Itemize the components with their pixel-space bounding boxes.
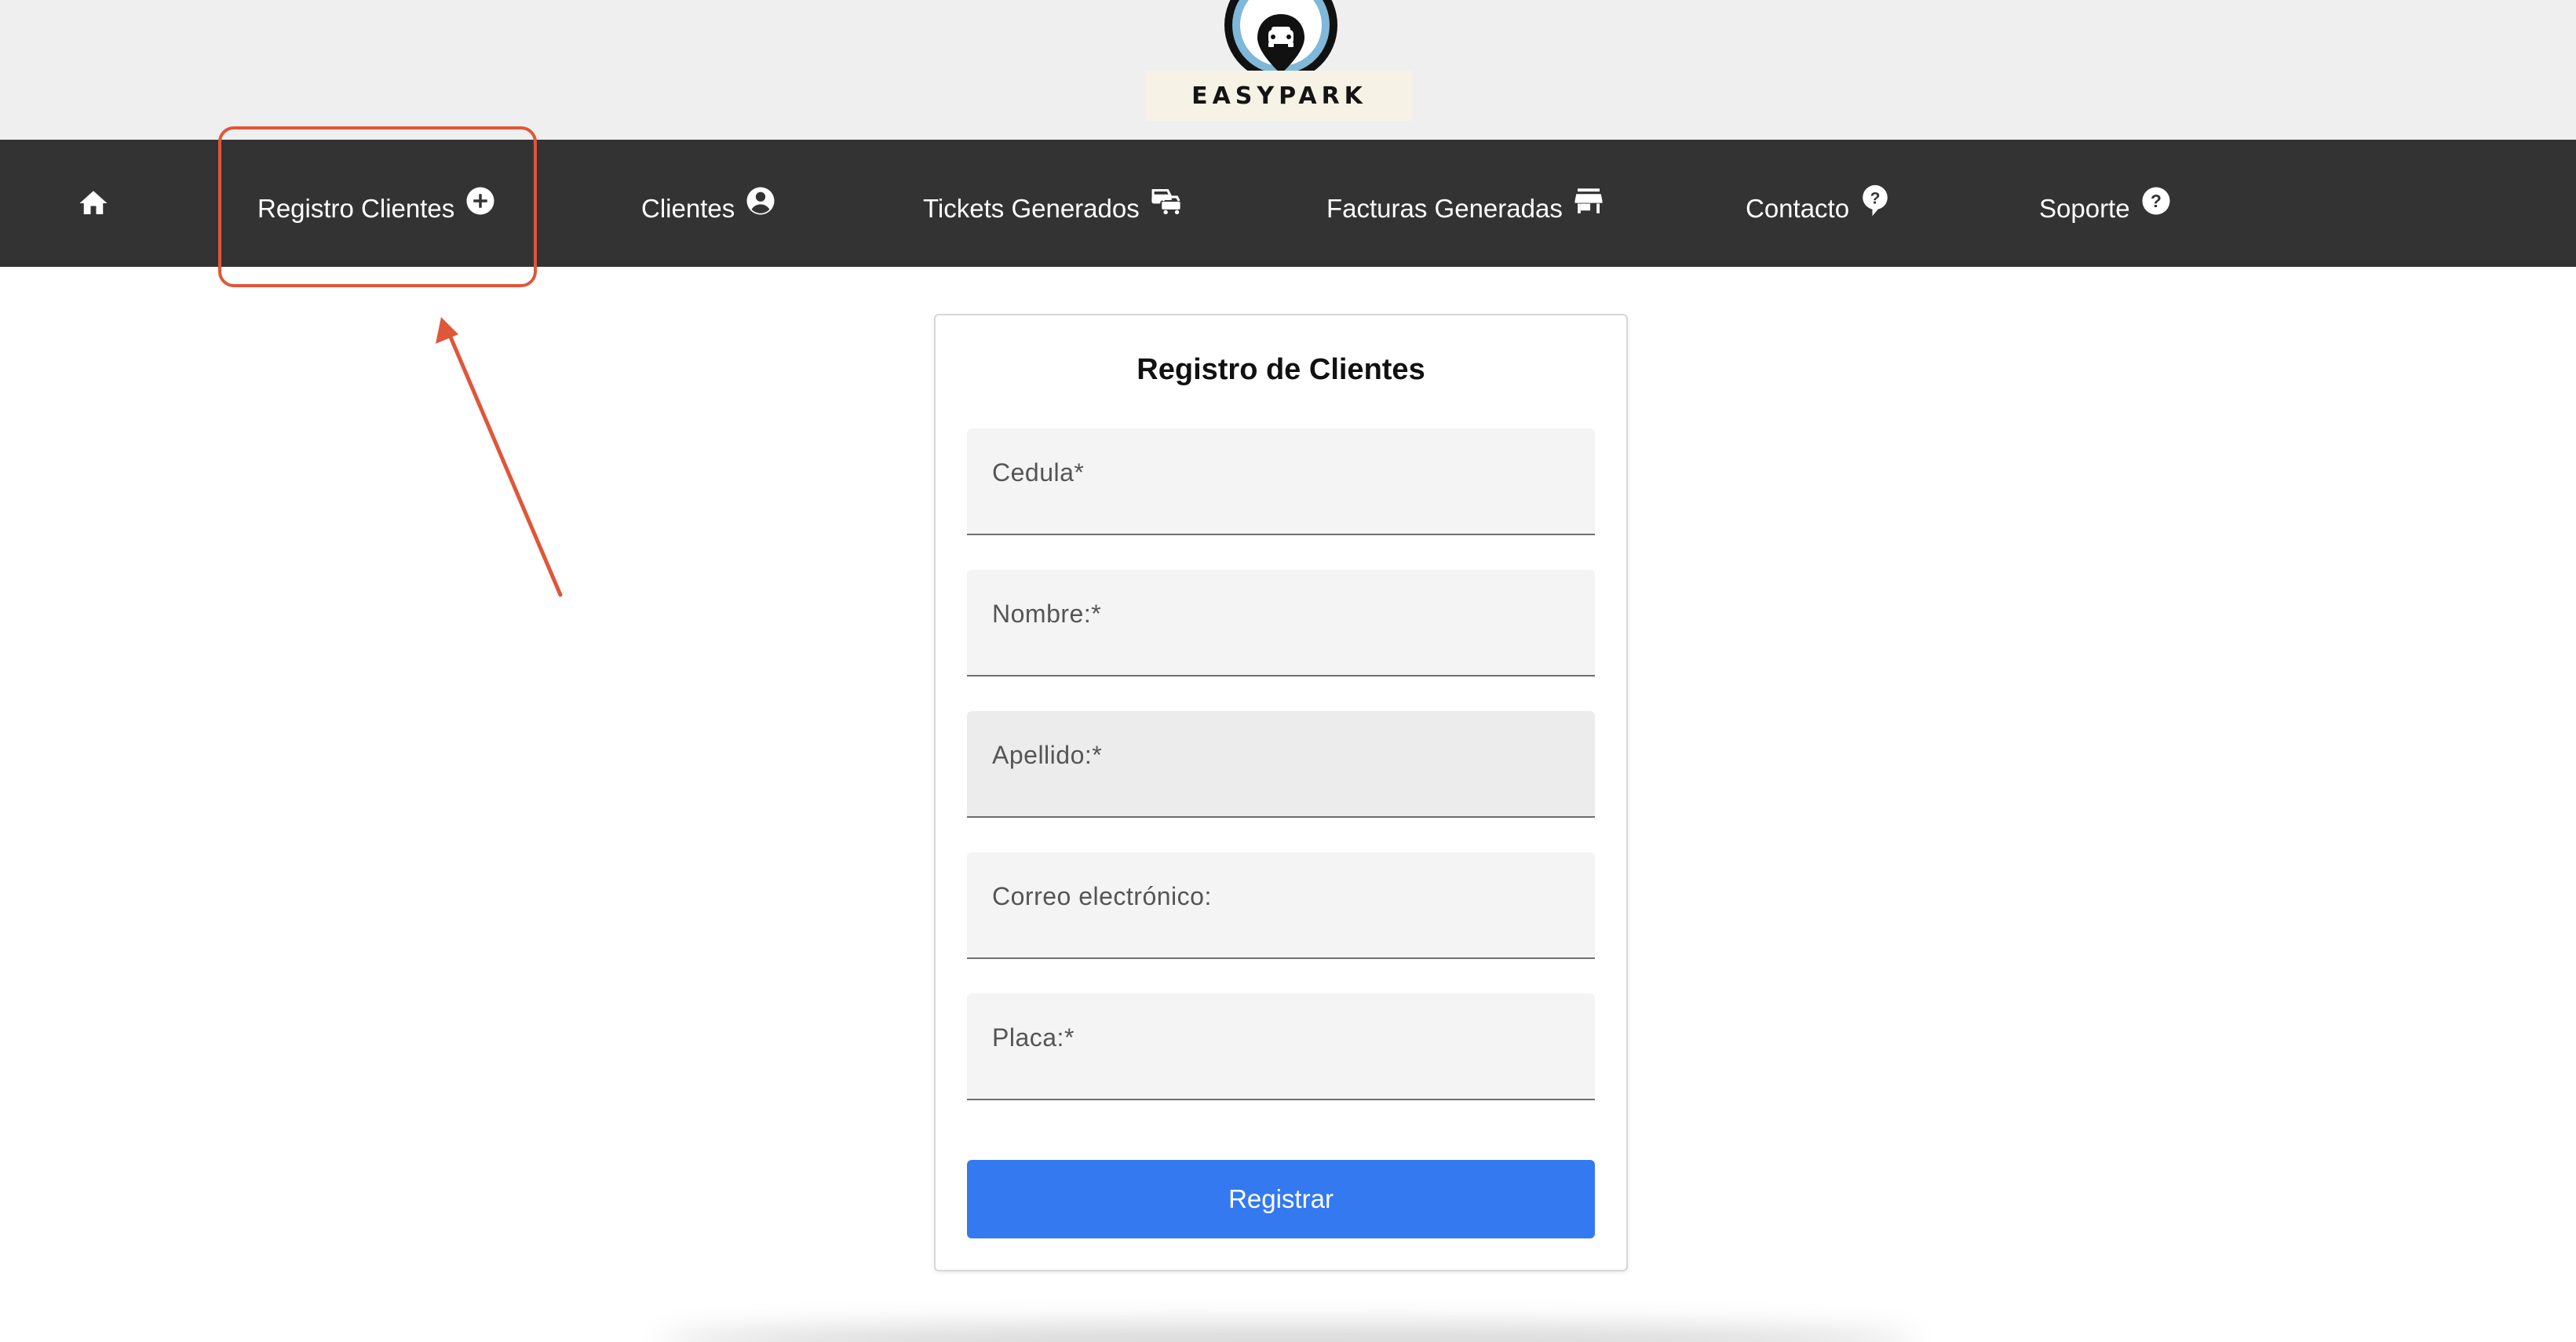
- placa-input[interactable]: [992, 1055, 1570, 1086]
- logo-plate: EASYPARK: [1146, 71, 1413, 121]
- registro-clientes-card: Registro de Clientes Cedula* Nombre:* Ap…: [934, 314, 1628, 1271]
- correo-field[interactable]: Correo electrónico:: [967, 852, 1595, 959]
- nav-contacto-label: Contacto: [1746, 194, 1850, 223]
- cedula-label: Cedula*: [992, 458, 1085, 487]
- top-banner: EASYPARK: [0, 0, 2576, 140]
- svg-text:?: ?: [2151, 191, 2162, 211]
- nav-tickets-generados-label: Tickets Generados: [923, 194, 1140, 223]
- help-circle-icon: ?: [2142, 187, 2170, 215]
- brand-name: EASYPARK: [1191, 82, 1367, 110]
- svg-text:?: ?: [1870, 190, 1881, 208]
- account-circle-icon: [746, 187, 775, 215]
- nav-soporte[interactable]: Soporte ?: [2039, 140, 2173, 267]
- placa-field[interactable]: Placa:*: [967, 994, 1595, 1100]
- cedula-field[interactable]: Cedula*: [967, 428, 1595, 535]
- home-icon: [79, 191, 108, 214]
- car-pin-icon: [1257, 14, 1304, 74]
- nav-clientes-label: Clientes: [641, 194, 735, 223]
- help-bubble-icon: ?: [1863, 184, 1888, 217]
- nav-soporte-label: Soporte: [2039, 194, 2130, 223]
- nombre-field[interactable]: Nombre:*: [967, 570, 1595, 676]
- form-title: Registro de Clientes: [1137, 353, 1425, 386]
- nav-tickets-generados[interactable]: Tickets Generados: [923, 140, 1184, 267]
- store-icon: [1574, 188, 1603, 213]
- apellido-input[interactable]: [992, 772, 1570, 804]
- correo-input[interactable]: [992, 914, 1570, 945]
- nombre-input[interactable]: [992, 631, 1570, 662]
- nav-facturas-generadas-label: Facturas Generadas: [1326, 194, 1563, 223]
- registrar-button[interactable]: Registrar: [967, 1160, 1595, 1238]
- nav-facturas-generadas[interactable]: Facturas Generadas: [1326, 140, 1605, 267]
- placa-label: Placa:*: [992, 1023, 1075, 1052]
- correo-label: Correo electrónico:: [992, 882, 1212, 910]
- nav-clientes[interactable]: Clientes: [641, 140, 777, 267]
- apellido-label: Apellido:*: [992, 741, 1103, 769]
- easypark-logo[interactable]: EASYPARK: [1146, 0, 1413, 121]
- nombre-label: Nombre:*: [992, 600, 1102, 628]
- cars-icon: [1151, 188, 1182, 215]
- nav-contacto[interactable]: Contacto ?: [1746, 140, 1892, 267]
- nav-home[interactable]: [77, 140, 110, 267]
- cedula-input[interactable]: [992, 490, 1570, 521]
- annotation-highlight-box: [218, 126, 537, 287]
- bottom-shadow: [659, 1326, 1915, 1342]
- apellido-field[interactable]: Apellido:*: [967, 711, 1595, 818]
